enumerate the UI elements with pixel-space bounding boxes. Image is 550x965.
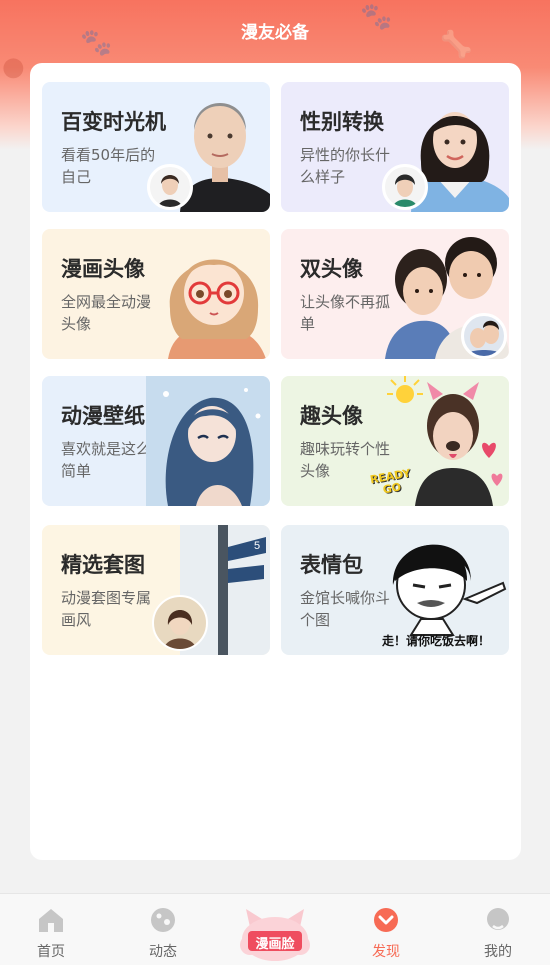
card-subtitle: 让头像不再孤单 xyxy=(300,293,391,333)
couple-thumbnail xyxy=(461,313,507,359)
page-title: 漫友必备 xyxy=(241,23,309,43)
tab-label: 发现 xyxy=(372,944,400,960)
tab-feed[interactable]: 动态 xyxy=(118,894,208,965)
tab-label: 我的 xyxy=(484,944,512,960)
tab-profile[interactable]: 我的 xyxy=(453,894,543,965)
svg-text:5: 5 xyxy=(254,540,260,552)
home-icon xyxy=(39,909,63,932)
card-time-machine[interactable]: 百变时光机 看看50年后的自己 xyxy=(42,82,270,212)
card-title: 表情包 xyxy=(300,553,363,577)
anime-avatar-image xyxy=(168,259,266,359)
tab-home[interactable]: 首页 xyxy=(6,894,96,965)
card-anime-wallpaper[interactable]: 动漫壁纸 喜欢就是这么简单 xyxy=(42,376,270,506)
original-photo-thumbnail xyxy=(147,164,193,210)
card-subtitle: 动漫套图专属画风 xyxy=(61,589,152,629)
tab-discover[interactable]: 发现 xyxy=(341,894,431,965)
planet-icon xyxy=(151,908,175,932)
tab-label: 首页 xyxy=(37,944,65,960)
original-photo-thumbnail xyxy=(382,164,428,210)
card-title: 趣头像 xyxy=(300,404,363,428)
picture-set-thumbnail xyxy=(152,595,208,651)
tab-label: 动态 xyxy=(149,944,177,960)
center-button-label: 漫画脸 xyxy=(255,937,295,952)
card-subtitle: 全网最全动漫头像 xyxy=(61,293,152,333)
card-gender-swap[interactable]: 性别转换 异性的你长什么样子 xyxy=(281,82,509,212)
card-title: 双头像 xyxy=(300,257,363,281)
card-anime-avatar[interactable]: 漫画头像 全网最全动漫头像 xyxy=(42,229,270,359)
card-title: 漫画头像 xyxy=(61,257,145,281)
circle-decoration: ● xyxy=(2,52,25,82)
card-title: 百变时光机 xyxy=(61,110,166,134)
card-picture-set[interactable]: 精选套图 动漫套图专属画风 5 xyxy=(42,525,270,655)
profile-icon xyxy=(487,908,509,930)
meme-caption: 走！请你吃饭去啊！ xyxy=(382,634,491,648)
card-couple-avatar[interactable]: 双头像 让头像不再孤单 xyxy=(281,229,509,359)
card-title: 性别转换 xyxy=(300,110,384,134)
card-fun-avatar[interactable]: 趣头像 趣味玩转个性头像 READY GO xyxy=(281,376,509,506)
discover-icon xyxy=(374,908,398,932)
card-meme[interactable]: 表情包 金馆长喊你斗个图 走！请你吃饭去啊！ xyxy=(281,525,509,655)
anime-wallpaper-image xyxy=(146,376,270,506)
card-subtitle: 看看50年后的自己 xyxy=(61,146,156,186)
card-title: 动漫壁纸 xyxy=(61,404,145,428)
manhua-face-button[interactable]: 漫画脸 xyxy=(238,905,312,963)
card-subtitle: 喜欢就是这么简单 xyxy=(61,440,152,480)
card-title: 精选套图 xyxy=(61,553,145,577)
